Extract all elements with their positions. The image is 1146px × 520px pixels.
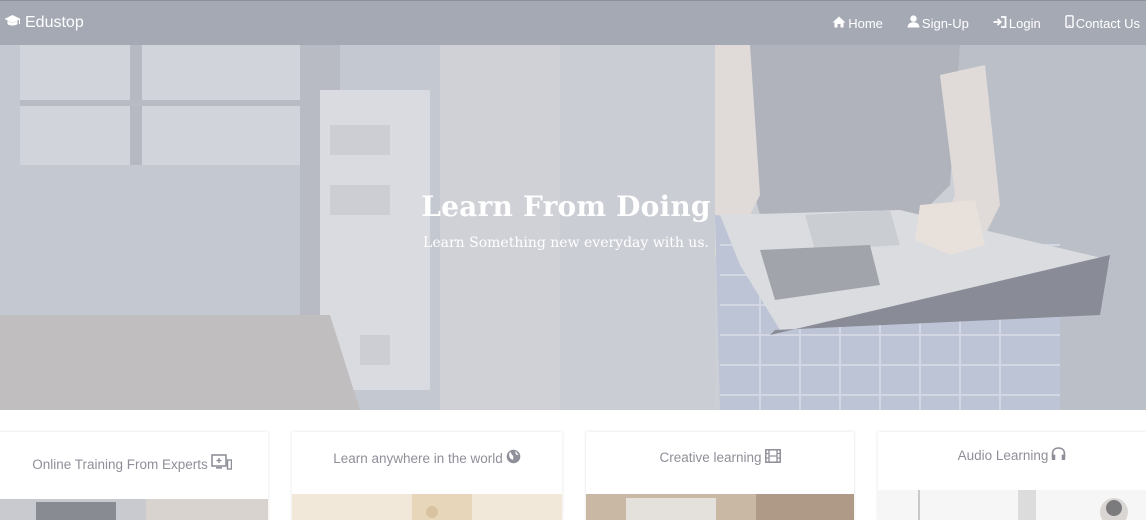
feature-image-audio [878, 490, 1146, 520]
nav-home[interactable]: Home [820, 1, 895, 45]
hero-title: Learn From Doing [421, 190, 711, 223]
nav-signup[interactable]: Sign-Up [895, 1, 981, 45]
feature-image-creative [586, 494, 854, 520]
feature-card-anywhere[interactable]: Learn anywhere in the world [292, 432, 562, 520]
nav-contact-label: Contact Us [1075, 15, 1140, 31]
home-icon [832, 16, 848, 31]
nav-links: Home Sign-Up Login Contact Us [820, 1, 1142, 45]
feature-card-creative[interactable]: Creative learning [586, 432, 854, 520]
headphones-icon [1048, 447, 1066, 464]
film-icon [762, 449, 781, 466]
feature-title-creative-text: Creative learning [659, 450, 762, 465]
feature-title-training-text: Online Training From Experts [32, 457, 208, 472]
feature-image-anywhere [292, 494, 562, 520]
hero-banner: Learn From Doing Learn Something new eve… [0, 45, 1146, 410]
feature-title-audio-text: Audio Learning [957, 448, 1049, 463]
feature-card-audio[interactable]: Audio Learning [878, 432, 1146, 520]
nav-home-label: Home [848, 15, 883, 31]
top-navbar: Edustop Home Sign-Up Login Contact Us [0, 0, 1146, 45]
graduation-cap-icon [4, 14, 25, 33]
phone-icon [1064, 15, 1076, 31]
feature-card-training[interactable]: Online Training From Experts [0, 432, 268, 520]
nav-signup-label: Sign-Up [921, 15, 969, 31]
nav-contact[interactable]: Contact Us [1053, 1, 1142, 45]
brand-name: Edustop [25, 14, 84, 31]
login-icon [993, 15, 1009, 31]
screen-icon [208, 454, 232, 475]
hero-subtitle: Learn Something new everyday with us. [423, 235, 709, 251]
brand-logo[interactable]: Edustop [4, 14, 84, 33]
feature-image-training [0, 499, 268, 520]
feature-title-audio[interactable]: Audio Learning [878, 447, 1146, 464]
feature-title-anywhere[interactable]: Learn anywhere in the world [292, 449, 562, 467]
feature-title-training[interactable]: Online Training From Experts [0, 454, 268, 475]
user-icon [907, 15, 922, 31]
nav-login-label: Login [1008, 15, 1041, 31]
feature-title-creative[interactable]: Creative learning [586, 449, 854, 466]
feature-title-anywhere-text: Learn anywhere in the world [333, 450, 503, 466]
hero-background-image [0, 45, 1146, 410]
globe-icon [503, 449, 521, 467]
nav-login[interactable]: Login [981, 1, 1053, 45]
features-section: Online Training From Experts Learn anywh… [0, 410, 1146, 520]
